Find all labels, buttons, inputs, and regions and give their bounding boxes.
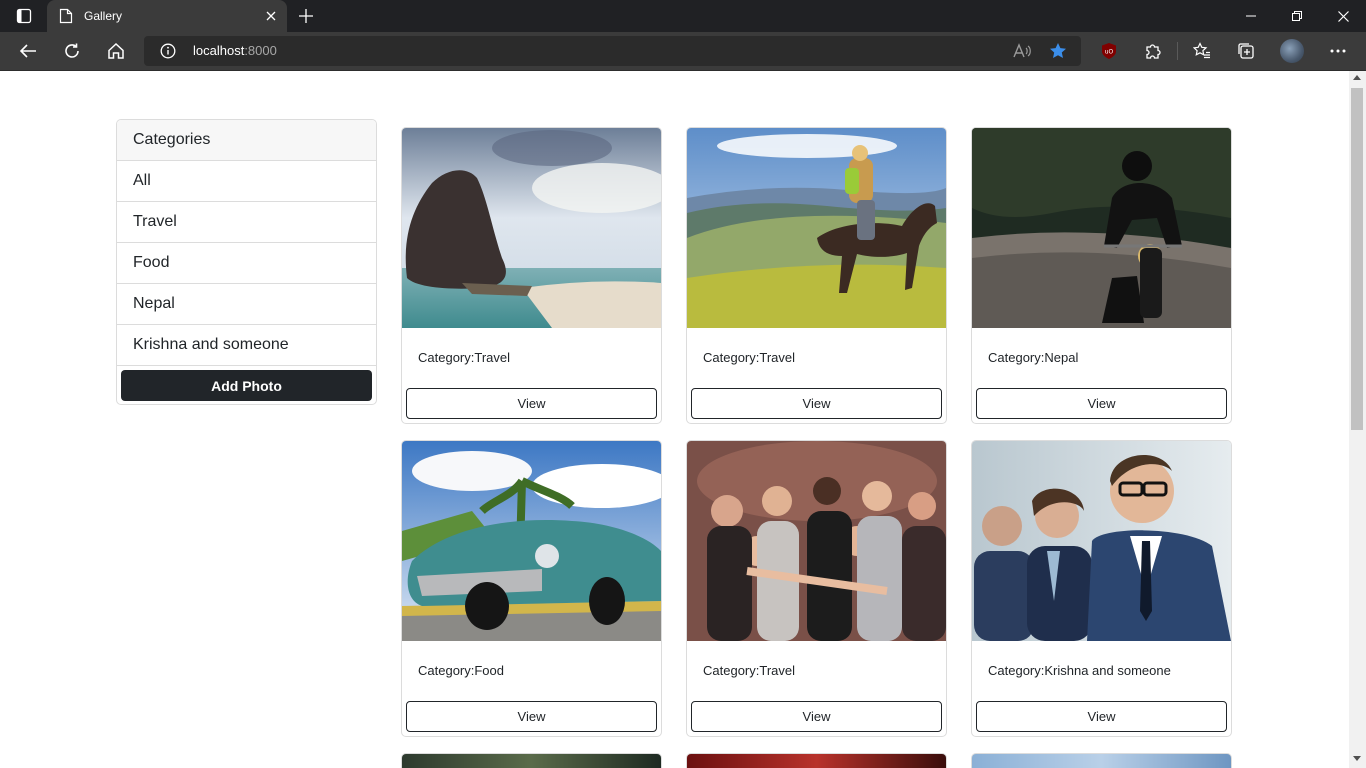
scrollbar-thumb[interactable] (1351, 88, 1363, 430)
toolbar-separator (1177, 42, 1178, 60)
view-button[interactable]: View (406, 388, 657, 419)
photo-card: Category:Nepal View (971, 127, 1232, 424)
category-item-nepal[interactable]: Nepal (117, 284, 376, 325)
photo-category-label: Category:Travel (703, 663, 795, 678)
page-icon (59, 8, 73, 24)
scroll-down-arrow-icon[interactable] (1353, 756, 1361, 761)
restore-icon[interactable] (1274, 0, 1320, 32)
url-text: localhost:8000 (193, 43, 277, 59)
profile-avatar[interactable] (1280, 39, 1304, 63)
minimize-icon[interactable] (1228, 0, 1274, 32)
category-item-all[interactable]: All (117, 161, 376, 202)
photo-image[interactable] (972, 128, 1231, 328)
photo-category-label: Category:Travel (418, 350, 510, 365)
photo-category-label: Category:Nepal (988, 350, 1079, 365)
view-button[interactable]: View (691, 701, 942, 732)
close-window-icon[interactable] (1320, 0, 1366, 32)
view-button[interactable]: View (976, 388, 1227, 419)
photo-card: Category:Travel View (686, 127, 947, 424)
collections-icon[interactable] (1230, 35, 1262, 67)
view-button[interactable]: View (976, 701, 1227, 732)
photo-category-label: Category:Krishna and someone (988, 663, 1171, 678)
sidebar-toggle-icon[interactable] (8, 4, 40, 28)
photo-card: Category:Food View (401, 440, 662, 737)
browser-toolbar: localhost:8000 uO (0, 32, 1366, 70)
photo-card: Category:Krishna and someone View (971, 440, 1232, 737)
new-tab-icon[interactable] (294, 4, 318, 28)
back-icon[interactable] (12, 35, 44, 67)
photo-card: Category:Travel View (686, 440, 947, 737)
url-host: localhost (193, 43, 245, 58)
photo-image[interactable] (402, 128, 661, 328)
home-icon[interactable] (100, 35, 132, 67)
ublock-extension-icon[interactable]: uO (1093, 35, 1125, 67)
photo-image[interactable] (402, 441, 661, 641)
close-tab-icon[interactable] (261, 6, 281, 26)
categories-header: Categories (117, 120, 376, 161)
photo-image[interactable] (687, 128, 946, 328)
browser-titlebar: Gallery (0, 0, 1366, 32)
photo-card-partial (401, 753, 662, 768)
photo-image[interactable] (972, 441, 1231, 641)
photo-card: Category:Travel View (401, 127, 662, 424)
category-item-travel[interactable]: Travel (117, 202, 376, 243)
refresh-icon[interactable] (56, 35, 88, 67)
more-menu-icon[interactable] (1322, 35, 1354, 67)
page-scrollbar[interactable] (1349, 71, 1366, 768)
categories-card: Categories All Travel Food Nepal Krishna… (116, 119, 377, 405)
favorite-star-icon[interactable] (1048, 41, 1068, 61)
view-button[interactable]: View (406, 701, 657, 732)
address-bar[interactable]: localhost:8000 (144, 36, 1081, 66)
category-item-krishna-and-someone[interactable]: Krishna and someone (117, 325, 376, 366)
svg-text:uO: uO (1105, 49, 1114, 56)
browser-tab[interactable]: Gallery (47, 0, 287, 32)
extensions-icon[interactable] (1137, 35, 1169, 67)
photo-category-label: Category:Travel (703, 350, 795, 365)
favorites-icon[interactable] (1186, 35, 1218, 67)
url-port: :8000 (244, 43, 277, 58)
photo-image[interactable] (687, 441, 946, 641)
scroll-up-arrow-icon[interactable] (1353, 75, 1361, 80)
add-photo-button[interactable]: Add Photo (121, 370, 372, 401)
category-item-food[interactable]: Food (117, 243, 376, 284)
photo-card-partial (686, 753, 947, 768)
photo-category-label: Category:Food (418, 663, 504, 678)
site-info-icon[interactable] (160, 43, 176, 59)
photo-card-partial (971, 753, 1232, 768)
page-viewport: Categories All Travel Food Nepal Krishna… (0, 71, 1349, 768)
view-button[interactable]: View (691, 388, 942, 419)
read-aloud-icon[interactable] (1012, 41, 1032, 61)
tab-title: Gallery (84, 9, 123, 23)
